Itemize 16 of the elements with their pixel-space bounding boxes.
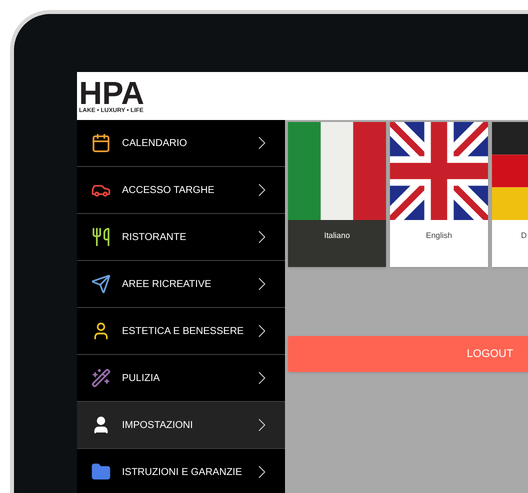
language-label: English [426, 230, 452, 242]
language-label: Italiano [324, 230, 350, 242]
language-card[interactable]: D [492, 122, 528, 267]
language-card[interactable]: English [390, 122, 488, 267]
language-label: D [521, 230, 527, 242]
menu-label: PULIZIA [122, 372, 161, 386]
menu-label: RISTORANTE [122, 230, 188, 244]
menu-label: ACCESSO TARGHE [122, 184, 216, 198]
menu-label: AREE RICREATIVE [122, 278, 212, 292]
language-card[interactable]: Italiano [288, 122, 386, 267]
logo-text: HPA [79, 78, 144, 108]
menu-label: IMPOSTAZIONI [122, 418, 194, 432]
menu-label: ESTETICA E BENESSERE [122, 324, 245, 338]
menu-label: ISTRUZIONI E GARANZIE [122, 466, 244, 480]
menu-label: CALENDARIO [122, 136, 188, 150]
menu-item[interactable]: IMPOSTAZIONI [77, 402, 285, 449]
